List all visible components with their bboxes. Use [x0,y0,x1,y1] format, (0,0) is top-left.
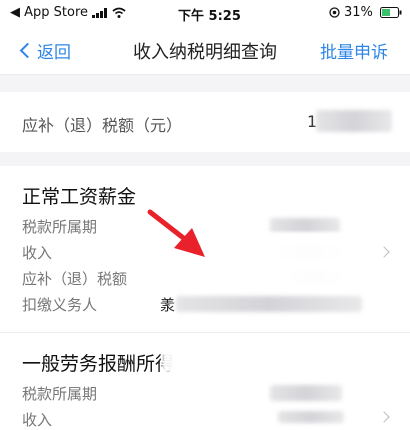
annotation-arrow-icon [147,209,205,257]
